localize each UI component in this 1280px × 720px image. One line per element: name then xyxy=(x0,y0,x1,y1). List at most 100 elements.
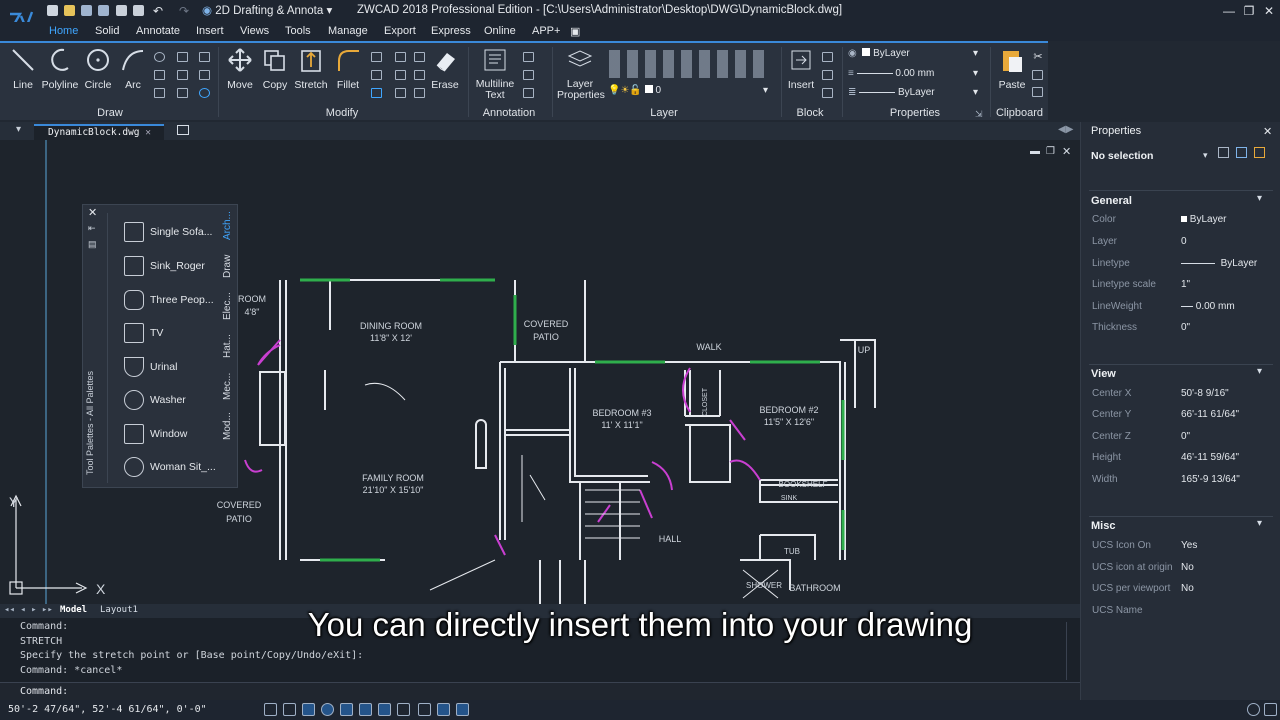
break-icon[interactable] xyxy=(395,88,406,98)
selection-cycle-icon[interactable] xyxy=(437,703,450,716)
tab-express[interactable]: Express xyxy=(431,25,471,37)
palette-tab-elec[interactable]: Elec... xyxy=(222,290,236,322)
minimize-icon[interactable]: — xyxy=(1221,3,1237,19)
palette-tab-mod[interactable]: Mod... xyxy=(222,410,236,442)
ortho-icon[interactable] xyxy=(302,703,315,716)
hatch-icon[interactable] xyxy=(177,70,188,80)
viewport-close-icon[interactable]: ✕ xyxy=(1062,145,1071,158)
workspace-switcher[interactable]: ◉ 2D Drafting & Annota ▾ xyxy=(202,3,336,19)
explode-icon[interactable] xyxy=(414,70,425,80)
insert-block-button[interactable]: Insert xyxy=(781,47,821,91)
revcloud-icon[interactable] xyxy=(177,88,188,98)
format-painter-icon[interactable] xyxy=(1032,87,1043,97)
line-button[interactable]: Line xyxy=(3,47,43,91)
prop-value-linetype[interactable]: ByLayer xyxy=(1181,258,1257,269)
maximize-icon[interactable]: ❐ xyxy=(1241,3,1257,19)
section-view[interactable]: View xyxy=(1091,368,1116,380)
viewport-minimize-icon[interactable]: ▬ xyxy=(1030,146,1040,157)
gear-icon[interactable] xyxy=(1247,703,1260,716)
tab-app-plus[interactable]: APP+ xyxy=(532,25,560,37)
save-as-icon[interactable] xyxy=(98,5,109,16)
command-input[interactable]: Command: xyxy=(0,682,1080,700)
palette-tab-hat[interactable]: Hat... xyxy=(222,330,236,362)
prop-value-lineweight[interactable]: 0.00 mm xyxy=(1181,301,1235,312)
tab-solid[interactable]: Solid xyxy=(95,25,119,37)
rectangle-icon[interactable] xyxy=(199,52,210,62)
tab-home[interactable]: Home xyxy=(49,25,78,37)
tab-annotate[interactable]: Annotate xyxy=(136,25,180,37)
layer-dropdown[interactable]: 💡☀🔓 0 ▾ xyxy=(608,85,772,99)
multiline-text-button[interactable]: Multiline Text xyxy=(472,47,518,101)
polyline-button[interactable]: Polyline xyxy=(40,47,80,91)
region-icon[interactable] xyxy=(199,70,210,80)
save-icon[interactable] xyxy=(81,5,92,16)
viewport-restore-icon[interactable]: ❐ xyxy=(1046,146,1055,157)
tab-online[interactable]: Online xyxy=(484,25,516,37)
prop-value-ucs-icon-on[interactable]: Yes xyxy=(1181,540,1197,551)
snap-icon[interactable] xyxy=(264,703,277,716)
color-dropdown[interactable]: ◉ ByLayer ▾ xyxy=(848,48,982,62)
prop-value-ucs-viewport[interactable]: No xyxy=(1181,583,1194,594)
cut-icon[interactable]: ✂ xyxy=(1030,49,1046,65)
palette-autohide-icon[interactable]: ⇤ xyxy=(88,223,96,234)
tab-views[interactable]: Views xyxy=(240,25,269,37)
tab-tools[interactable]: Tools xyxy=(285,25,311,37)
section-general[interactable]: General xyxy=(1091,195,1132,207)
section-collapse-icon[interactable]: ▾ xyxy=(1257,193,1262,204)
spline-icon[interactable] xyxy=(177,52,188,62)
layer-tool-grid[interactable] xyxy=(609,50,767,78)
copy-button[interactable]: Copy xyxy=(255,47,295,91)
annotation-scale-icon[interactable] xyxy=(456,703,469,716)
palette-close-icon[interactable]: ✕ xyxy=(88,206,97,219)
donut-icon[interactable] xyxy=(199,88,210,98)
circle-button[interactable]: Circle xyxy=(78,47,118,91)
prop-value-thickness[interactable]: 0" xyxy=(1181,322,1190,333)
palette-tab-mec[interactable]: Mec... xyxy=(222,370,236,402)
mirror-icon[interactable] xyxy=(371,70,382,80)
array-icon[interactable] xyxy=(371,88,382,98)
close-icon[interactable]: ✕ xyxy=(1261,3,1277,19)
tab-close-icon[interactable]: ✕ xyxy=(145,127,151,138)
lineweight-toggle-icon[interactable] xyxy=(418,703,431,716)
palette-tab-arch[interactable]: Arch... xyxy=(222,208,236,244)
plot-preview-icon[interactable] xyxy=(133,5,144,16)
tab-manage[interactable]: Manage xyxy=(328,25,368,37)
palette-scrollbar[interactable] xyxy=(107,213,115,483)
open-folder-icon[interactable] xyxy=(64,5,75,16)
prop-value-color[interactable]: ByLayer xyxy=(1181,214,1226,225)
undo-icon[interactable]: ↶ xyxy=(150,3,166,19)
prop-value-layer[interactable]: 0 xyxy=(1181,236,1187,247)
section-collapse-icon[interactable]: ▾ xyxy=(1257,518,1262,529)
palette-properties-icon[interactable]: ▤ xyxy=(88,239,97,250)
tab-export[interactable]: Export xyxy=(384,25,416,37)
select-objects-icon[interactable] xyxy=(1236,147,1247,158)
redo-icon[interactable]: ↷ xyxy=(176,3,192,19)
dynamic-input-icon[interactable] xyxy=(397,703,410,716)
dimension-icon[interactable] xyxy=(523,52,534,62)
scale-icon[interactable] xyxy=(395,70,406,80)
dyn-icon[interactable] xyxy=(378,703,391,716)
prop-value-ucs-origin[interactable]: No xyxy=(1181,562,1194,573)
palette-scroll-left-icon[interactable]: ◀▶ xyxy=(1058,124,1073,135)
prop-value-linetype-scale[interactable]: 1" xyxy=(1181,279,1190,290)
linetype-dropdown[interactable]: ≣ ByLayer ▾ xyxy=(848,87,982,101)
properties-close-icon[interactable]: ✕ xyxy=(1263,125,1272,138)
fillet-button[interactable]: Fillet xyxy=(328,47,368,91)
quick-select-icon[interactable] xyxy=(1254,147,1265,158)
palette-tab-draw[interactable]: Draw xyxy=(222,250,236,282)
polar-icon[interactable] xyxy=(321,703,334,716)
edit-block-icon[interactable] xyxy=(822,70,833,80)
table-insert-icon[interactable] xyxy=(523,88,534,98)
lineweight-dropdown[interactable]: ≡ 0.00 mm ▾ xyxy=(848,68,982,82)
selection-dropdown[interactable]: No selection xyxy=(1091,150,1211,162)
arc-button[interactable]: Arc xyxy=(113,47,153,91)
section-collapse-icon[interactable]: ▾ xyxy=(1257,366,1262,377)
rotate-icon[interactable] xyxy=(414,52,425,62)
tab-insert[interactable]: Insert xyxy=(196,25,224,37)
paste-button[interactable]: Paste xyxy=(992,47,1032,91)
attribute-icon[interactable] xyxy=(822,88,833,98)
otrack-icon[interactable] xyxy=(359,703,372,716)
copy-clip-icon[interactable] xyxy=(1032,70,1043,80)
stretch-button[interactable]: Stretch xyxy=(291,47,331,91)
trim-icon[interactable] xyxy=(371,52,382,62)
